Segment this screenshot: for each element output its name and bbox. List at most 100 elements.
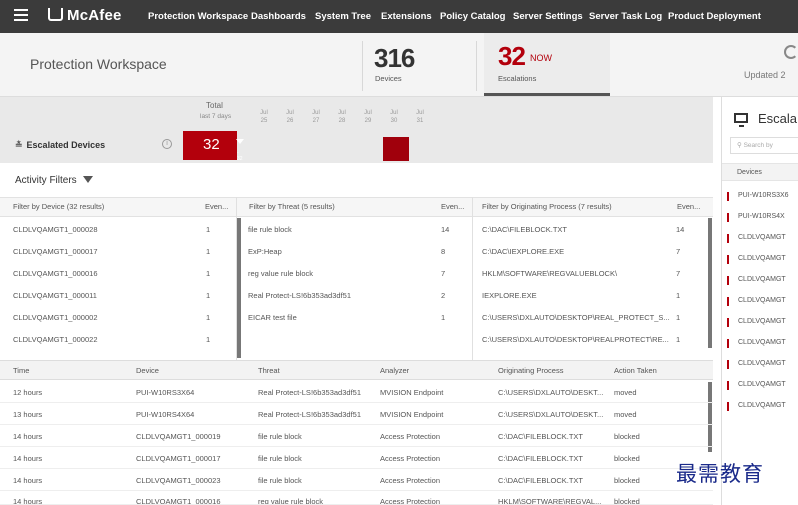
process-filter-title: Filter by Originating Process (7 results… [482,202,612,211]
severity-marker [727,318,729,327]
list-item[interactable]: CLDLVQAMGT [722,376,798,397]
list-item[interactable]: CLDLVQAMGT [722,229,798,250]
nav-system-tree[interactable]: System Tree [315,11,371,22]
mcafee-logo-icon [48,8,63,21]
device-filter-scrollbar[interactable] [237,218,241,358]
info-icon[interactable]: i [162,139,172,149]
total-label: Total [206,101,223,110]
escalations-label: Escalations [498,74,537,83]
day-label: Jul 30 [390,110,398,124]
page-title: Protection Workspace [30,56,167,72]
menu-icon[interactable] [14,9,28,21]
severity-marker [727,192,729,201]
devices-label: Devices [375,74,402,83]
list-item[interactable]: CLDLVQAMGT [722,334,798,355]
list-item[interactable]: CLDLVQAMGT [722,313,798,334]
devices-column-header[interactable]: Devices [722,163,798,181]
table-row[interactable]: 13 hours PUI-W10RS4X64 Real Protect-LS!6… [0,403,713,425]
nav-product-deployment[interactable]: Product Deployment [668,11,761,22]
list-item[interactable]: CLDLVQAMGT [722,292,798,313]
workspace-header: Protection Workspace 316 Devices 32 NOW … [0,33,798,97]
period-label: last 7 days [200,113,232,120]
total-delta: - 32 [237,150,243,162]
escalations-count: 32 [498,41,526,71]
table-row[interactable]: 14 hours CLDLVQAMGT1_000016 reg value ru… [0,491,713,505]
escalations-panel: Escala ⚲ Search by Devices PUI-W10RS3X6 … [721,97,798,505]
severity-marker [727,402,729,411]
nav-dashboards[interactable]: Dashboards [251,11,306,22]
list-item[interactable]: PUI-W10RS3X6 [722,187,798,208]
list-item[interactable]: CLDLVQAMGT [722,355,798,376]
column-header-time[interactable]: Time [13,366,29,375]
table-row[interactable]: 12 hours PUI-W10RS3X64 Real Protect-LS!6… [0,381,713,403]
threat-filter-title: Filter by Threat (5 results) [249,202,335,211]
caret-down-icon [236,139,244,144]
device-filter-title: Filter by Device (32 results) [13,202,105,211]
timeline-strip: Total last 7 days Jul 25 Jul 26 Jul 27 Jul 2… [0,97,713,163]
nav-extensions[interactable]: Extensions [381,11,432,22]
day-label: Jul 25 [260,110,268,124]
total-count: 32 [203,136,220,153]
list-item[interactable]: PUI-W10RS4X [722,208,798,229]
severity-marker [727,234,729,243]
device-filter-header[interactable]: Filter by Device (32 results) Even... [0,197,236,217]
nav-server-task-log[interactable]: Server Task Log [589,11,662,22]
column-header-action[interactable]: Action Taken [614,366,657,375]
events-table-header: Time Device Threat Analyzer Originating … [0,360,713,380]
chevron-down-icon: ≛ [15,140,23,150]
severity-marker [727,360,729,369]
divider [362,41,363,91]
device-count-header[interactable]: Even... [205,198,228,216]
list-item[interactable]: CLDLVQAMGT [722,250,798,271]
day-label: Jul 27 [312,110,320,124]
device-search-input[interactable]: ⚲ Search by [730,137,798,154]
day-label: Jul 31 [416,110,424,124]
threat-filter-header[interactable]: Filter by Threat (5 results) Even... [236,197,472,217]
severity-marker [727,255,729,264]
column-header-analyzer[interactable]: Analyzer [380,366,409,375]
table-row[interactable]: 14 hours CLDLVQAMGT1_000017 file rule bl… [0,447,713,469]
day-label: Jul 28 [338,110,346,124]
top-nav: McAfee Protection Workspace Dashboards S… [0,0,798,33]
severity-marker [727,339,729,348]
list-item[interactable]: CLDLVQAMGT [722,271,798,292]
severity-marker [727,213,729,222]
brand-logo[interactable]: McAfee [48,7,122,24]
day-label: Jul 26 [286,110,294,124]
escalated-devices-label: Escalated Devices [26,140,106,150]
search-icon: ⚲ [737,142,744,149]
severity-marker [727,276,729,285]
filter-icon [82,176,93,183]
escalated-devices-toggle[interactable]: ≛ Escalated Devices [15,140,105,151]
threat-count-header[interactable]: Even... [441,198,464,216]
watermark-text: 最需教育 [676,462,764,486]
nav-server-settings[interactable]: Server Settings [513,11,583,22]
process-filter-scrollbar[interactable] [708,218,712,348]
devices-count[interactable]: 316 [374,43,415,74]
severity-marker [727,297,729,306]
nav-policy-catalog[interactable]: Policy Catalog [440,11,505,22]
severity-marker [727,381,729,390]
column-header-threat[interactable]: Threat [258,366,280,375]
process-filter-header[interactable]: Filter by Originating Process (7 results… [472,197,713,217]
updated-text: Updated 2 [744,70,786,80]
nav-protection-workspace[interactable]: Protection Workspace [148,11,248,22]
total-count-badge[interactable]: 32 - 32 [183,131,244,162]
brand-name: McAfee [67,7,122,24]
escalations-now: NOW [530,53,552,63]
day-activity-cell[interactable] [383,137,409,161]
column-divider [472,197,473,360]
activity-filters-title[interactable]: Activity Filters [15,175,93,186]
column-header-process[interactable]: Originating Process [498,366,563,375]
refresh-icon[interactable] [784,45,798,59]
day-label: Jul 29 [364,110,372,124]
divider [476,41,477,91]
table-row[interactable]: 14 hours CLDLVQAMGT1_000023 file rule bl… [0,469,713,491]
table-row[interactable]: 14 hours CLDLVQAMGT1_000019 file rule bl… [0,425,713,447]
monitor-icon [734,113,748,127]
escalations-tab[interactable]: 32 NOW Escalations [484,33,610,96]
column-header-device[interactable]: Device [136,366,159,375]
process-count-header[interactable]: Even... [677,198,700,216]
panel-title: Escala [758,111,798,126]
list-item[interactable]: CLDLVQAMGT [722,397,798,418]
